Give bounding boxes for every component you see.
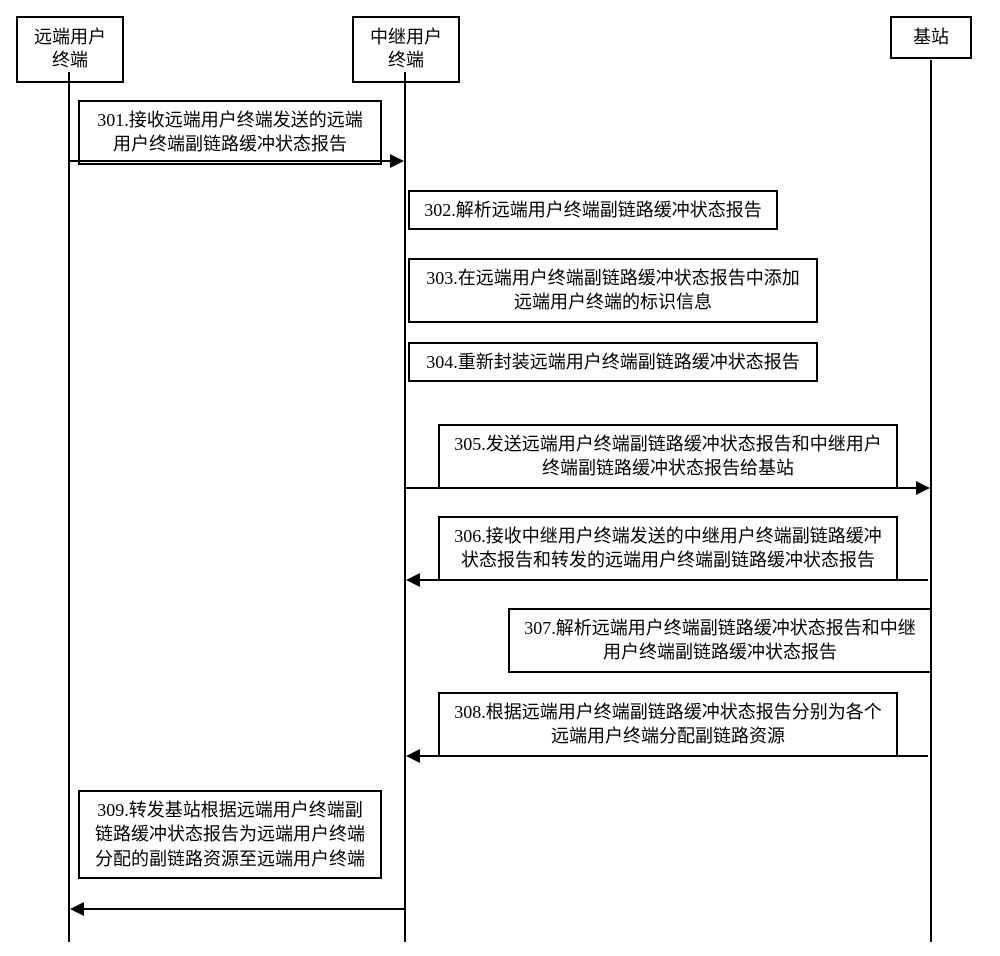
step-302: 302.解析远端用户终端副链路缓冲状态报告 — [408, 190, 778, 230]
arrow-301 — [70, 160, 392, 162]
arrowhead-301 — [390, 154, 404, 168]
actor-remote: 远端用户终端 — [16, 16, 124, 83]
arrowhead-305 — [916, 481, 930, 495]
arrowhead-308 — [406, 749, 420, 763]
step-304: 304.重新封装远端用户终端副链路缓冲状态报告 — [408, 342, 818, 382]
step-306: 306.接收中继用户终端发送的中继用户终端副链路缓冲状态报告和转发的远端用户终端… — [438, 516, 898, 581]
lifeline-relay — [404, 72, 406, 942]
step-305: 305.发送远端用户终端副链路缓冲状态报告和中继用户终端副链路缓冲状态报告给基站 — [438, 424, 898, 489]
step-301: 301.接收远端用户终端发送的远端用户终端副链路缓冲状态报告 — [78, 100, 382, 165]
arrowhead-306 — [406, 573, 420, 587]
step-303: 303.在远端用户终端副链路缓冲状态报告中添加远端用户终端的标识信息 — [408, 258, 818, 323]
actor-relay: 中继用户终端 — [352, 16, 460, 83]
step-308: 308.根据远端用户终端副链路缓冲状态报告分别为各个远端用户终端分配副链路资源 — [438, 692, 898, 757]
lifeline-remote — [68, 72, 70, 942]
arrow-306 — [418, 579, 928, 581]
step-307: 307.解析远端用户终端副链路缓冲状态报告和中继用户终端副链路缓冲状态报告 — [508, 608, 932, 673]
arrow-309 — [82, 908, 404, 910]
lifeline-base — [930, 60, 932, 942]
actor-base: 基站 — [890, 16, 972, 59]
arrowhead-309 — [70, 902, 84, 916]
step-309: 309.转发基站根据远端用户终端副链路缓冲状态报告为远端用户终端分配的副链路资源… — [78, 790, 382, 879]
arrow-305 — [406, 487, 918, 489]
arrow-308 — [418, 755, 928, 757]
